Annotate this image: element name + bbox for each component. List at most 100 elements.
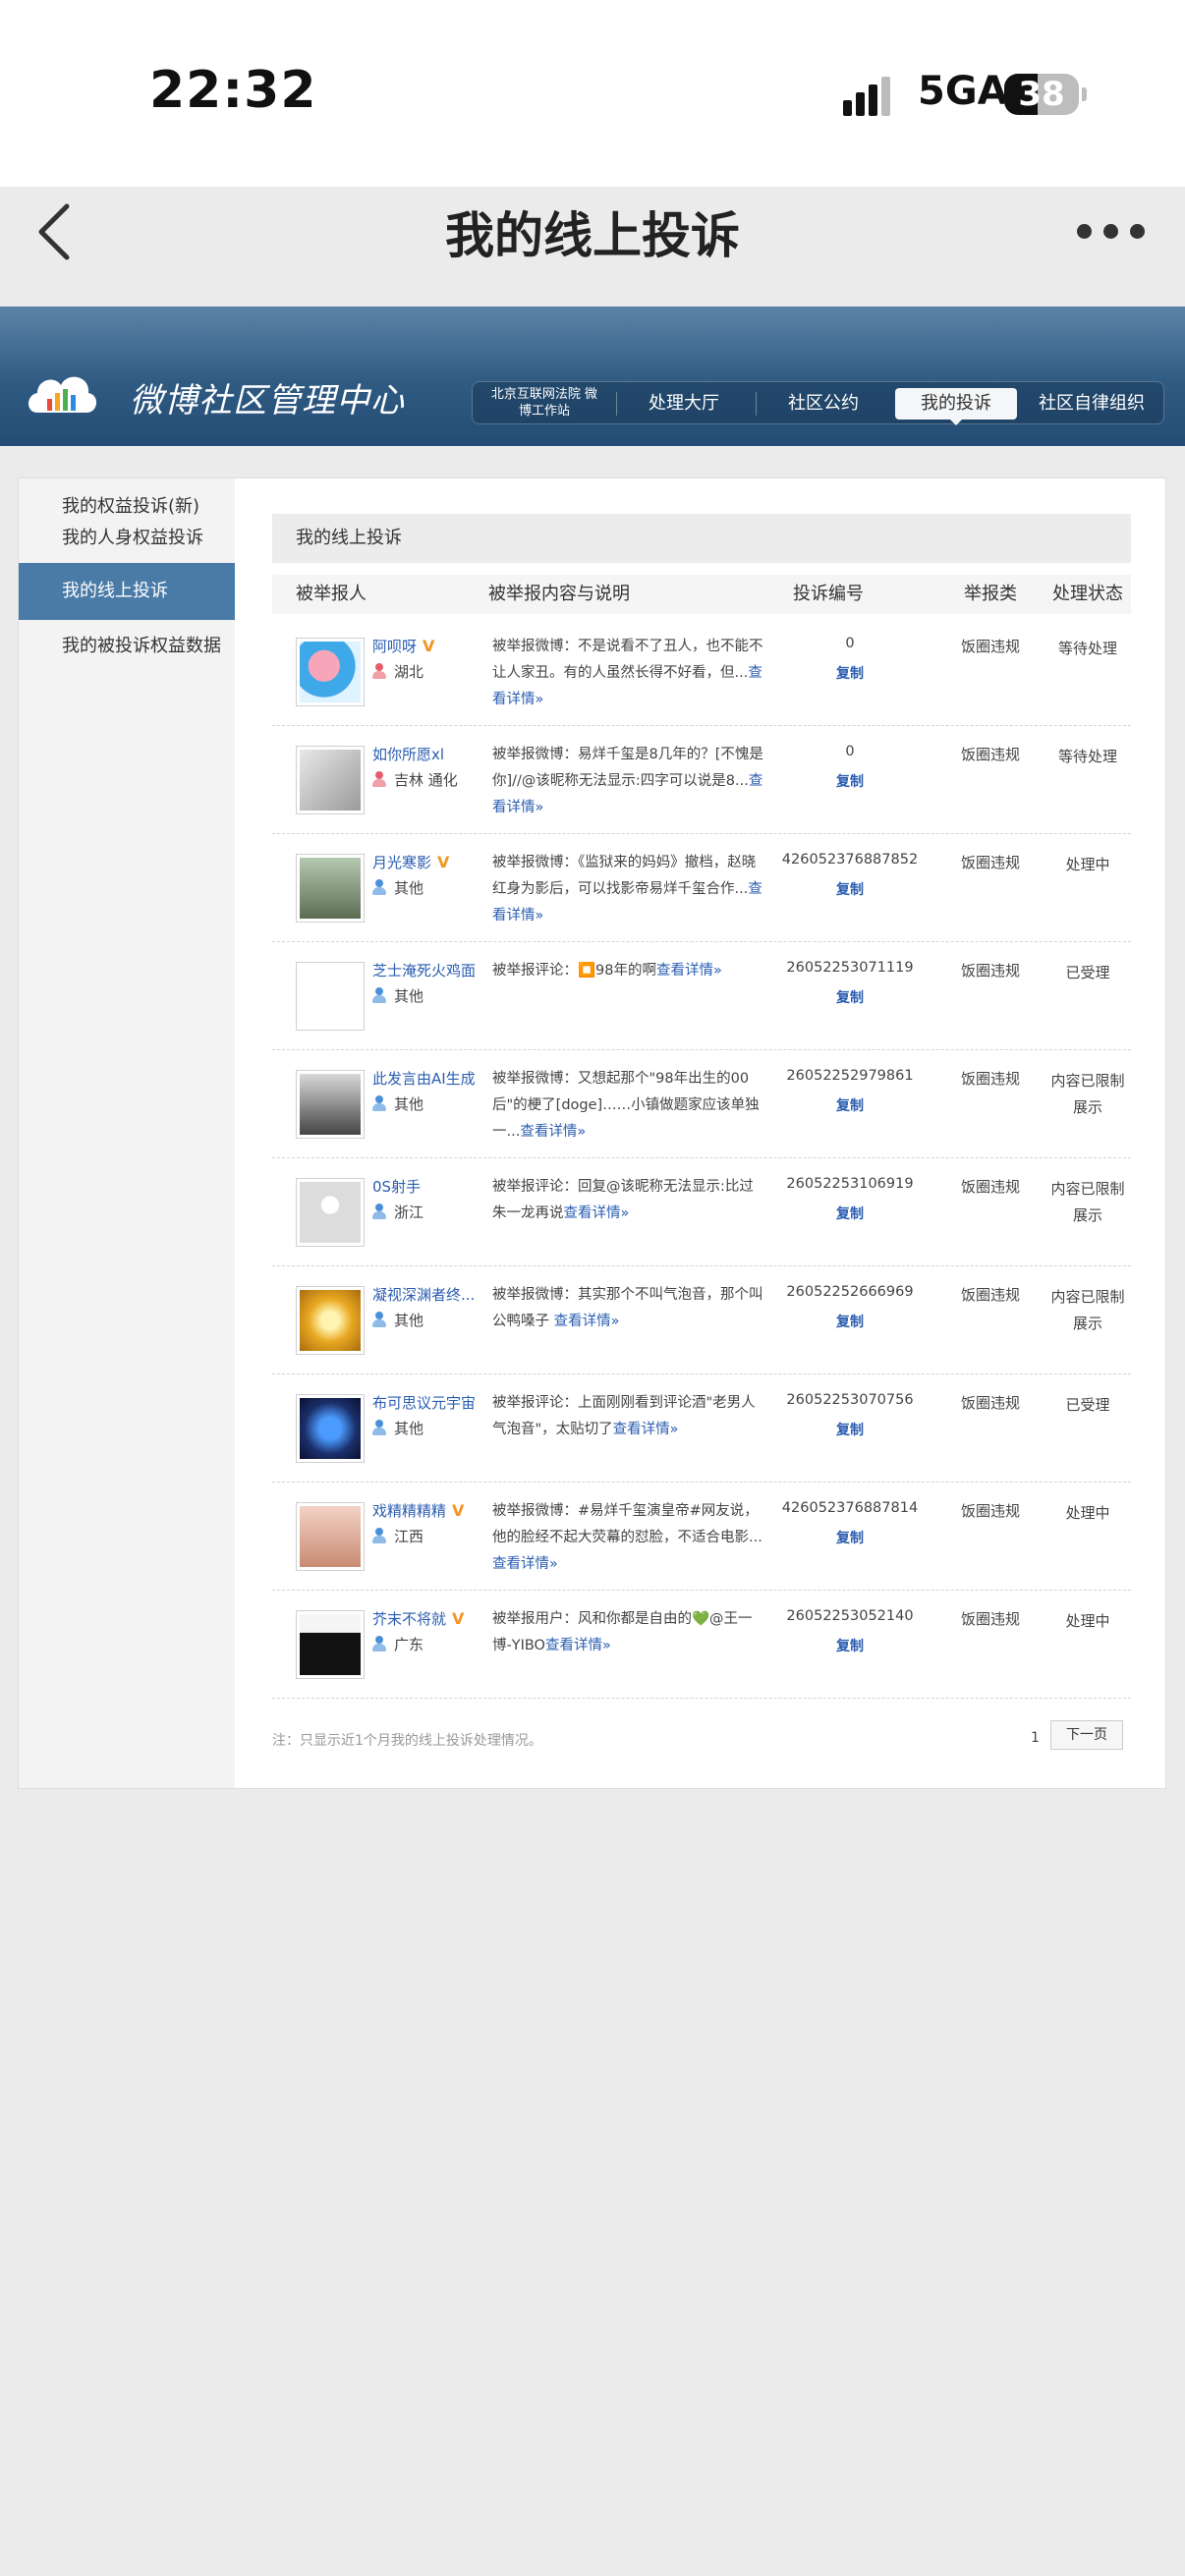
status-bar: 22:32 5GA 38 [0,0,1185,187]
reported-user-name-link[interactable]: 凝视深渊者终... [372,1284,475,1305]
complaint-description: 被举报微博：《监狱来的妈妈》撤档，赵晓红身为影后，可以找影帝易烊千玺合作...查… [492,855,762,924]
nav-self-discipline-org[interactable]: 社区自律组织 [1023,382,1160,425]
view-details-link[interactable]: 查看详情» [554,1314,620,1329]
reported-user-name-link[interactable]: 阿呗呀 V [372,636,434,656]
verified-v-icon: V [452,1609,465,1628]
reported-user-name-link[interactable]: 此发言由AI生成 [372,1068,476,1089]
complaint-description: 被举报评论：上面刚刚看到评论酒"老男人气泡音"，太贴切了查看详情» [492,1395,756,1437]
complaint-status: 已受理 [1065,964,1110,981]
complaint-status: 内容已限制展示 [1050,1072,1125,1116]
complaint-status: 等待处理 [1057,748,1117,765]
reported-user-name-link[interactable]: 芥末不将就 V [372,1608,464,1629]
copy-id-button[interactable]: 复制 [763,1420,936,1439]
reported-user-avatar[interactable] [296,962,365,1031]
reported-user-name-link[interactable]: 布可思议元宇宙 [372,1392,476,1413]
reported-user-avatar[interactable] [296,746,365,814]
nav-community-rules[interactable]: 社区公约 [760,382,887,425]
copy-id-button[interactable]: 复制 [763,1528,936,1547]
user-location: 其他 [372,1310,423,1330]
footnote: 注：只显示近1个月我的线上投诉处理情况。 [272,1733,542,1749]
copy-id-button[interactable]: 复制 [763,1312,936,1331]
complaint-category: 饭圈违规 [960,854,1020,871]
reported-user-avatar[interactable] [296,1070,365,1139]
reported-user-avatar[interactable] [296,1286,365,1355]
main-panel: 我的权益投诉(新) 我的人身权益投诉(旧) 我的线上投诉 我的被投诉权益数据 我… [18,477,1166,1789]
copy-id-button[interactable]: 复制 [763,771,936,791]
column-header-content: 被举报内容与说明 [488,584,630,604]
reported-user-name-link[interactable]: 芝士淹死火鸡面 [372,960,476,980]
user-icon [372,987,386,1003]
table-row: 芝士淹死火鸡面 其他 被举报评论：⏹️98年的啊查看详情» 2605225307111… [272,942,1131,1050]
complaint-status: 内容已限制展示 [1050,1180,1125,1224]
complaint-status: 处理中 [1065,1612,1110,1630]
column-header-complaint-id: 投诉编号 [793,584,864,604]
next-page-button[interactable]: 下一页 [1050,1720,1123,1750]
network-type: 5GA [918,69,1008,114]
complaint-description: 被举报微博：其实那个不叫气泡音，那个叫公鸭嗓子 查看详情» [492,1287,763,1329]
complaint-id: 0 [845,636,855,651]
view-details-link[interactable]: 查看详情» [545,1638,611,1653]
table-row: 此发言由AI生成 其他 被举报微博：又想起那个"98年出生的00后"的梗了[doge… [272,1050,1131,1158]
complaint-description: 被举报评论：回复@该昵称无法显示:比过朱一龙再说查看详情» [492,1179,754,1221]
nav-divider [756,392,757,416]
copy-id-button[interactable]: 复制 [763,879,936,899]
view-details-link[interactable]: 查看详情» [520,1124,586,1140]
view-details-link[interactable]: 查看详情» [564,1205,630,1221]
complaint-category: 饭圈违规 [960,1502,1020,1520]
complaint-status: 处理中 [1065,856,1110,873]
user-location: 其他 [372,1418,423,1438]
view-details-link[interactable]: 查看详情» [656,963,722,979]
table-row: 如你所愿xl 吉林 通化 被举报微博：易烊千玺是8几年的？[不愧是你]//@该昵称无… [272,726,1131,834]
user-icon [372,1204,386,1219]
sidebar-item-personal-rights-old[interactable]: 我的人身权益投诉(旧) [19,510,235,605]
table-row: 阿呗呀 V 湖北 被举报微博：不是说看不了丑人，也不能不让人家丑。有的人虽然长得不好看… [272,618,1131,726]
copy-id-button[interactable]: 复制 [763,987,936,1007]
reported-user-avatar[interactable] [296,638,365,706]
court-workstation-link[interactable]: 北京互联网法院 微博工作站 [486,386,602,420]
table-row: 芥末不将就 V 广东 被举报用户：风和你都是自由的💚@王一博-YIBO查看详情» 260… [272,1591,1131,1699]
complaint-id: 26052252666969 [786,1284,914,1300]
reported-user-name-link[interactable]: 如你所愿xl [372,744,444,764]
more-options-icon[interactable] [1077,224,1146,240]
complaint-id: 426052376887814 [781,1500,919,1516]
sidebar-item-complained-data[interactable]: 我的被投诉权益数据 [19,618,235,675]
verified-v-icon: V [437,853,450,871]
complaint-id: 426052376887852 [781,852,919,868]
complaint-category: 饭圈违规 [960,1178,1020,1196]
reported-user-avatar[interactable] [296,854,365,923]
top-navigation: 北京互联网法院 微博工作站 处理大厅 社区公约 我的投诉 社区自律组织 [472,381,1164,425]
section-title: 我的线上投诉 [272,514,1131,563]
complaint-id: 26052253052140 [786,1608,914,1624]
reported-user-name-link[interactable]: 0S射手 [372,1176,421,1197]
copy-id-button[interactable]: 复制 [763,1636,936,1655]
table-row: 月光寒影 V 其他 被举报微博：《监狱来的妈妈》撤档，赵晓红身为影后，可以找影帝易烊千… [272,834,1131,942]
copy-id-button[interactable]: 复制 [763,1095,936,1115]
copy-id-button[interactable]: 复制 [763,663,936,683]
view-details-link[interactable]: 查看详情» [613,1422,679,1437]
user-icon [372,771,386,787]
site-banner: 微博社区管理中心 北京互联网法院 微博工作站 处理大厅 社区公约 我的投诉 社区… [0,307,1185,446]
user-location: 湖北 [372,661,423,682]
nav-my-complaints[interactable]: 我的投诉 [895,388,1017,425]
reported-user-name-link[interactable]: 月光寒影 V [372,852,449,872]
user-location: 吉林 通化 [372,769,458,790]
nav-processing-hall[interactable]: 处理大厅 [620,382,748,425]
reported-user-name-link[interactable]: 戏精精精精 V [372,1500,464,1521]
sidebar-item-online-complaints[interactable]: 我的线上投诉 [19,563,235,620]
complaint-id: 0 [845,744,855,759]
page-number[interactable]: 1 [1031,1730,1040,1746]
user-icon [372,1636,386,1652]
complaint-id: 26052253071119 [786,960,914,976]
reported-user-avatar[interactable] [296,1394,365,1463]
reported-user-avatar[interactable] [296,1178,365,1247]
copy-id-button[interactable]: 复制 [763,1204,936,1223]
table-row: 戏精精精精 V 江西 被举报微博：#易烊千玺演皇帝#网友说，他的脸经不起大荧幕的怼脸，… [272,1483,1131,1591]
complaint-status: 处理中 [1065,1504,1110,1522]
reported-user-avatar[interactable] [296,1502,365,1571]
complaint-description: 被举报评论：⏹️98年的啊查看详情» [492,963,722,979]
complaint-category: 饭圈违规 [960,1286,1020,1304]
battery-level: 38 [1018,75,1065,114]
user-icon [372,1095,386,1111]
view-details-link[interactable]: 查看详情» [492,1556,558,1572]
reported-user-avatar[interactable] [296,1610,365,1679]
